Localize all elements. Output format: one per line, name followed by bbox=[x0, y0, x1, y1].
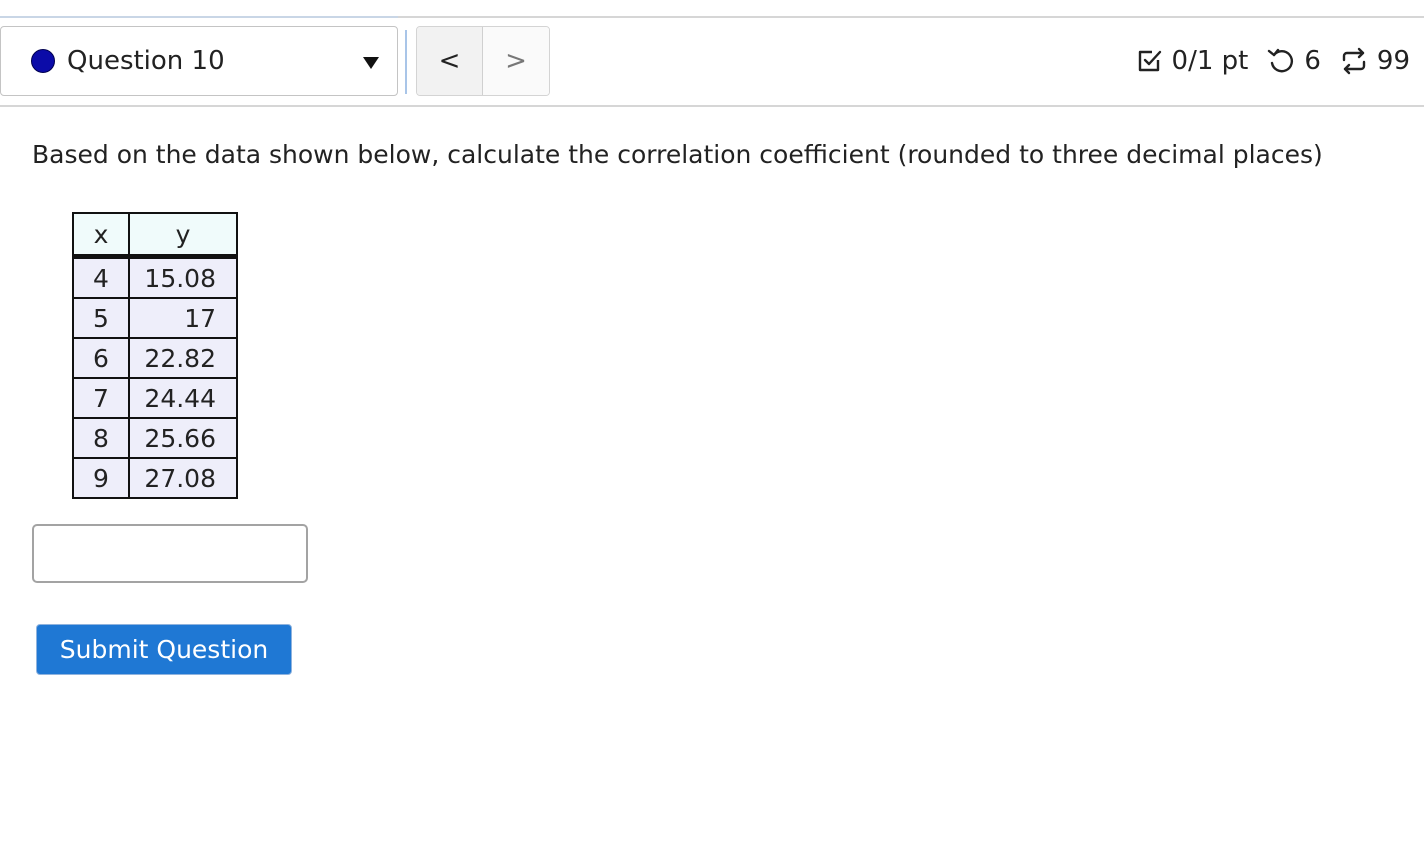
table-cell-y: 22.82 bbox=[128, 337, 238, 379]
table-row: 9 27.08 bbox=[72, 457, 238, 499]
table-row: 7 24.44 bbox=[72, 377, 238, 419]
table-row: 6 22.82 bbox=[72, 337, 238, 379]
answer-input[interactable] bbox=[32, 524, 308, 583]
checkbox-icon bbox=[1136, 47, 1164, 75]
data-table: x y 4 15.08 5 17 6 22.82 7 24.44 8 25.66… bbox=[72, 212, 238, 499]
table-row: 8 25.66 bbox=[72, 417, 238, 459]
repeat-icon bbox=[1339, 46, 1369, 76]
column-header-y: y bbox=[128, 212, 238, 259]
table-cell-y: 17 bbox=[128, 297, 238, 339]
table-header-row: x y bbox=[72, 212, 238, 259]
table-cell-y: 24.44 bbox=[128, 377, 238, 419]
top-divider-accent bbox=[0, 16, 398, 18]
table-cell-y: 15.08 bbox=[128, 255, 238, 299]
retries-count: 6 bbox=[1304, 46, 1321, 76]
dropdown-caret-icon bbox=[363, 57, 379, 69]
column-header-x: x bbox=[72, 212, 130, 259]
table-cell-y: 25.66 bbox=[128, 417, 238, 459]
undo-icon bbox=[1266, 46, 1296, 76]
attempts-count: 99 bbox=[1376, 46, 1410, 76]
header-divider bbox=[405, 30, 407, 94]
table-row: 5 17 bbox=[72, 297, 238, 339]
question-selector-dropdown[interactable]: Question 10 bbox=[0, 26, 398, 96]
question-status-icon bbox=[31, 49, 55, 73]
question-selector-label: Question 10 bbox=[67, 46, 225, 76]
table-cell-x: 7 bbox=[72, 377, 130, 419]
question-prompt: Based on the data shown below, calculate… bbox=[32, 140, 1323, 169]
score-text: 0/1 pt bbox=[1171, 46, 1249, 76]
submit-question-button[interactable]: Submit Question bbox=[36, 624, 292, 675]
table-cell-x: 9 bbox=[72, 457, 130, 499]
previous-question-button[interactable]: < bbox=[417, 27, 483, 95]
table-row: 4 15.08 bbox=[72, 255, 238, 299]
table-cell-x: 6 bbox=[72, 337, 130, 379]
table-cell-x: 8 bbox=[72, 417, 130, 459]
next-question-button[interactable]: > bbox=[483, 27, 549, 95]
table-cell-x: 4 bbox=[72, 255, 130, 299]
chevron-right-icon: > bbox=[505, 46, 527, 76]
question-header: Question 10 < > 0/1 pt 6 99 bbox=[0, 26, 1424, 98]
chevron-left-icon: < bbox=[438, 46, 461, 76]
table-cell-x: 5 bbox=[72, 297, 130, 339]
question-nav: < > bbox=[416, 26, 550, 96]
header-bottom-divider bbox=[0, 105, 1424, 107]
table-cell-y: 27.08 bbox=[128, 457, 238, 499]
question-stats: 0/1 pt 6 99 bbox=[1136, 26, 1410, 96]
